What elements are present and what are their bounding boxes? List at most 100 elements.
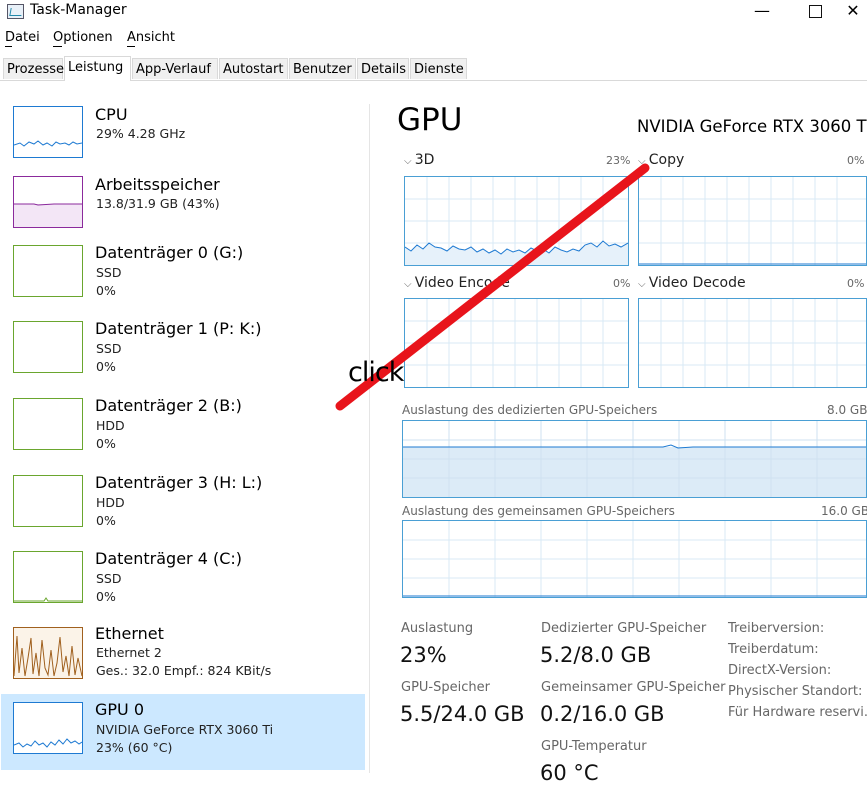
tab-prozesse[interactable]: Prozesse — [3, 58, 64, 79]
minimize-button[interactable]: — — [739, 0, 785, 24]
resource-sidebar: CPU 29% 4.28 GHz Arbeitsspeicher 13.8/31… — [0, 97, 368, 773]
stat-label: GPU-Temperatur — [541, 739, 647, 754]
tab-leistung[interactable]: Leistung — [64, 56, 131, 81]
engine-selector-video-decode[interactable]: ⌵ Video Decode — [638, 275, 746, 291]
disk-thumbnail — [13, 321, 83, 373]
sidebar-item-usage: 0% — [96, 359, 116, 374]
tab-app-verlauf[interactable]: App-Verlauf — [132, 58, 218, 79]
info-label: Für Hardware reservi... — [728, 705, 867, 720]
pane-divider[interactable] — [369, 104, 370, 773]
sidebar-item-usage: 0% — [96, 589, 116, 604]
sidebar-item-name: CPU — [95, 105, 128, 124]
disk-thumbnail — [13, 245, 83, 297]
ethernet-thumbnail — [13, 627, 83, 679]
info-label: Treiberversion: — [728, 621, 825, 636]
info-label: DirectX-Version: — [728, 663, 832, 678]
engine-percent: 23% — [606, 154, 631, 167]
stat-label: GPU-Speicher — [401, 680, 490, 695]
dedicated-memory-max: 8.0 GB — [827, 403, 867, 417]
page-title: GPU — [397, 102, 463, 138]
menu-datei[interactable]: Datei — [5, 30, 40, 45]
stat-value: 5.5/24.0 GB — [400, 702, 525, 726]
stat-value: 0.2/16.0 GB — [540, 702, 665, 726]
memory-thumbnail — [13, 176, 83, 228]
sidebar-item-detail: 13.8/31.9 GB (43%) — [96, 196, 220, 211]
menu-ansicht[interactable]: Ansicht — [127, 30, 175, 45]
info-label: Treiberdatum: — [728, 642, 819, 657]
gpu-thumbnail — [13, 702, 83, 754]
sidebar-item-adapter: Ethernet 2 — [96, 645, 162, 660]
stat-value: 60 °C — [540, 761, 599, 785]
menu-optionen[interactable]: Optionen — [53, 30, 113, 45]
annotation-text: click — [348, 357, 404, 388]
engine-label: Copy — [648, 152, 685, 168]
tab-benutzer[interactable]: Benutzer — [289, 58, 356, 79]
sidebar-item-disk-0[interactable]: Datenträger 0 (G:) SSD 0% — [1, 239, 365, 315]
menu-underline-d — [5, 46, 12, 47]
sidebar-item-type: SSD — [96, 341, 122, 356]
task-manager-icon — [7, 4, 24, 19]
sidebar-item-disk-3[interactable]: Datenträger 3 (H: L:) HDD 0% — [1, 470, 365, 546]
window-title: Task-Manager — [30, 2, 127, 18]
sidebar-item-disk-1[interactable]: Datenträger 1 (P: K:) SSD 0% — [1, 316, 365, 392]
engine-selector-copy[interactable]: ⌵ Copy — [638, 152, 684, 168]
menu-underline-a — [127, 46, 135, 47]
dedicated-memory-label: Auslastung des dedizierten GPU-Speichers — [402, 403, 658, 417]
engine-selector-3d[interactable]: ⌵ 3D — [404, 152, 434, 168]
sidebar-item-throughput: Ges.: 32.0 Empf.: 824 KBit/s — [96, 663, 272, 678]
gpu-model-name: NVIDIA GeForce RTX 3060 Ti — [637, 117, 867, 136]
engine-percent: 0% — [613, 277, 631, 290]
tab-details[interactable]: Details — [357, 58, 409, 79]
shared-memory-max: 16.0 GB — [821, 504, 867, 518]
sidebar-item-name: Datenträger 4 (C:) — [95, 549, 243, 568]
tab-dienste[interactable]: Dienste — [410, 58, 467, 79]
tab-autostart[interactable]: Autostart — [219, 58, 288, 79]
sidebar-item-disk-2[interactable]: Datenträger 2 (B:) HDD 0% — [1, 393, 365, 469]
engine-selector-video-encode[interactable]: ⌵ Video Encode — [404, 275, 510, 291]
chevron-down-icon: ⌵ — [638, 156, 649, 167]
sidebar-item-usage: 0% — [96, 513, 116, 528]
disk-thumbnail — [13, 551, 83, 603]
sidebar-item-disk-4[interactable]: Datenträger 4 (C:) SSD 0% — [1, 547, 365, 623]
engine-label: Video Decode — [648, 275, 746, 291]
sidebar-item-usage: 23% (60 °C) — [96, 740, 173, 755]
engine-percent: 0% — [847, 154, 865, 167]
sidebar-item-ethernet[interactable]: Ethernet Ethernet 2 Ges.: 32.0 Empf.: 82… — [1, 624, 365, 692]
tab-bar: Prozesse Leistung App-Verlauf Autostart … — [0, 56, 867, 81]
sidebar-item-gpu-0[interactable]: GPU 0 NVIDIA GeForce RTX 3060 Ti 23% (60… — [1, 694, 365, 770]
sidebar-item-detail: 29% 4.28 GHz — [96, 126, 186, 141]
cpu-thumbnail — [13, 106, 83, 158]
stat-label: Dedizierter GPU-Speicher — [541, 621, 707, 636]
menu-underline-o — [53, 46, 62, 47]
graph-3d — [404, 176, 629, 266]
title-bar: Task-Manager — ✕ — [0, 0, 867, 28]
chevron-down-icon: ⌵ — [404, 279, 415, 290]
engine-label: Video Encode — [414, 275, 510, 291]
disk-thumbnail — [13, 398, 83, 450]
close-button[interactable]: ✕ — [830, 0, 867, 24]
sidebar-item-name: Arbeitsspeicher — [95, 175, 220, 194]
graph-dedicated-memory — [402, 420, 867, 498]
stat-value: 5.2/8.0 GB — [540, 643, 652, 667]
sidebar-item-type: SSD — [96, 265, 122, 280]
stat-label: Auslastung — [401, 621, 474, 636]
sidebar-item-name: Ethernet — [95, 624, 164, 643]
sidebar-item-usage: 0% — [96, 436, 116, 451]
engine-percent: 0% — [847, 277, 865, 290]
stat-value: 23% — [400, 643, 447, 667]
sidebar-item-name: Datenträger 2 (B:) — [95, 396, 242, 415]
graph-video-decode — [638, 298, 867, 388]
maximize-icon — [808, 5, 822, 18]
stat-label: Gemeinsamer GPU-Speicher — [541, 680, 726, 695]
disk-thumbnail — [13, 475, 83, 527]
info-label: Physischer Standort: — [728, 684, 863, 699]
sidebar-item-model: NVIDIA GeForce RTX 3060 Ti — [96, 722, 274, 737]
sidebar-item-type: HDD — [96, 495, 125, 510]
sidebar-item-cpu[interactable]: CPU 29% 4.28 GHz — [1, 97, 365, 167]
sidebar-item-type: HDD — [96, 418, 125, 433]
sidebar-item-memory[interactable]: Arbeitsspeicher 13.8/31.9 GB (43%) — [1, 167, 365, 239]
graph-copy — [638, 176, 867, 266]
graph-video-encode — [404, 298, 629, 388]
chevron-down-icon: ⌵ — [404, 156, 415, 167]
sidebar-item-name: Datenträger 3 (H: L:) — [95, 473, 263, 492]
